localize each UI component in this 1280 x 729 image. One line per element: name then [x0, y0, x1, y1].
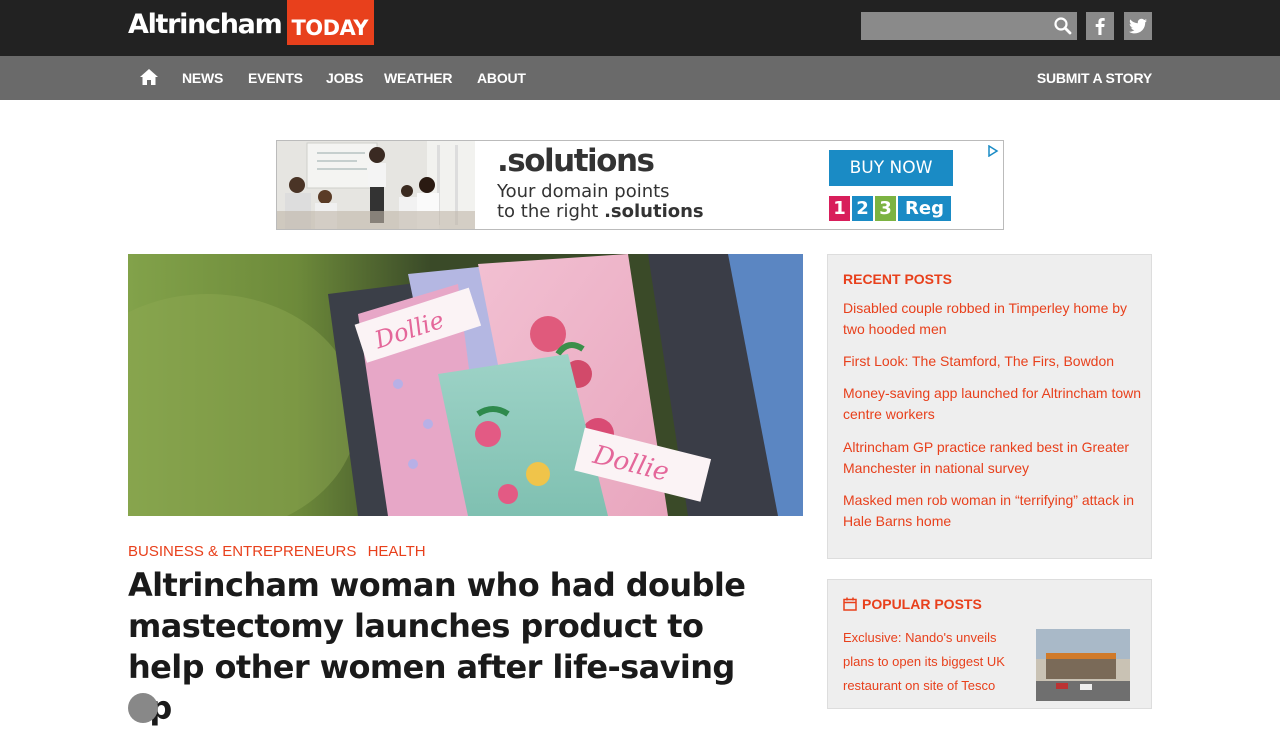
ad-subtext-line2: to the right .solutions — [497, 202, 797, 222]
adchoices-icon[interactable] — [987, 144, 999, 158]
article-categories: BUSINESS & ENTREPRENEURS HEALTH — [128, 543, 433, 560]
twitter-icon[interactable] — [1124, 12, 1152, 40]
search-icon[interactable] — [1053, 16, 1073, 36]
article-title[interactable]: Altrincham woman who had double mastecto… — [128, 565, 788, 729]
recent-posts-widget: RECENT POSTS Disabled couple robbed in T… — [827, 254, 1152, 559]
popular-posts-title: POPULAR POSTS — [862, 596, 982, 612]
nav-item-weather[interactable]: WEATHER — [384, 56, 453, 100]
ad-brand-logo: 1 2 3 Reg — [829, 196, 951, 221]
ad-banner[interactable]: .solutions Your domain points to the rig… — [276, 140, 1004, 230]
logo-accent-text: TODAY — [287, 0, 374, 45]
author-avatar — [128, 693, 158, 723]
ad-buy-now-button[interactable]: BUY NOW — [829, 150, 953, 186]
recent-post-link[interactable]: Altrincham GP practice ranked best in Gr… — [843, 437, 1143, 479]
recent-post-link[interactable]: Money-saving app launched for Altrincham… — [843, 383, 1143, 425]
popular-post-link[interactable]: Exclusive: Nando's unveils plans to open… — [843, 626, 1023, 698]
logo-main-text: Altrincham — [128, 9, 283, 40]
ad-brand-2: 2 — [852, 196, 873, 221]
search-box — [861, 12, 1077, 40]
ad-subtext: Your domain points to the right .solutio… — [497, 182, 797, 222]
category-business[interactable]: BUSINESS & ENTREPRENEURS — [128, 543, 356, 560]
article-hero-image[interactable]: Dollie Dollie — [128, 254, 803, 516]
site-logo[interactable]: Altrincham TODAY — [128, 0, 374, 45]
ad-brand-3: 3 — [875, 196, 896, 221]
recent-post-link[interactable]: Masked men rob woman in “terrifying” att… — [843, 490, 1143, 532]
popular-post-thumbnail[interactable] — [1036, 629, 1130, 701]
ad-brand-reg: Reg — [898, 196, 951, 221]
search-input[interactable] — [861, 12, 1049, 40]
popular-posts-widget: POPULAR POSTS Exclusive: Nando's unveils… — [827, 579, 1152, 709]
ad-headline: .solutions — [497, 143, 655, 179]
main-nav: NEWS EVENTS JOBS WEATHER ABOUT SUBMIT A … — [0, 56, 1280, 100]
home-icon[interactable] — [139, 68, 159, 86]
submit-story-link[interactable]: SUBMIT A STORY — [1037, 56, 1152, 100]
recent-post-link[interactable]: Disabled couple robbed in Timperley home… — [843, 298, 1143, 340]
top-bar: Altrincham TODAY — [0, 0, 1280, 56]
nav-item-jobs[interactable]: JOBS — [326, 56, 364, 100]
recent-posts-title: RECENT POSTS — [843, 271, 952, 287]
recent-post-link[interactable]: First Look: The Stamford, The Firs, Bowd… — [843, 351, 1143, 372]
ad-subtext-line1: Your domain points — [497, 181, 670, 202]
category-health[interactable]: HEALTH — [368, 543, 426, 560]
facebook-icon[interactable] — [1086, 12, 1114, 40]
nav-item-about[interactable]: ABOUT — [477, 56, 526, 100]
nav-item-news[interactable]: NEWS — [182, 56, 223, 100]
ad-brand-1: 1 — [829, 196, 850, 221]
nav-item-events[interactable]: EVENTS — [248, 56, 303, 100]
ad-subtext-line2-bold: .solutions — [604, 201, 704, 222]
calendar-icon — [843, 597, 857, 611]
ad-subtext-line2-prefix: to the right — [497, 201, 605, 222]
ad-photo — [277, 141, 475, 229]
